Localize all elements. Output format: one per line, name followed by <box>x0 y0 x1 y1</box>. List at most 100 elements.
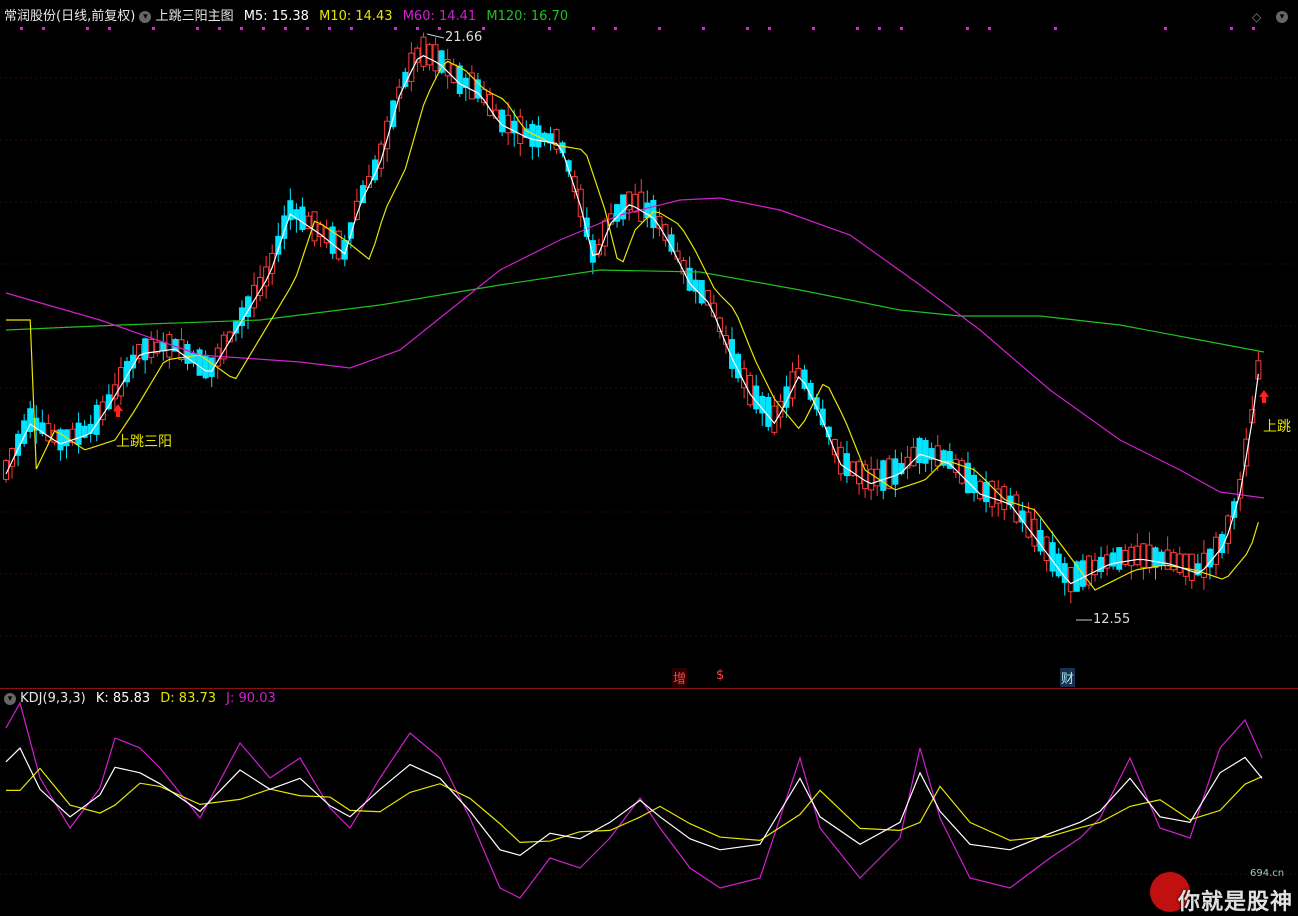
candle <box>1013 494 1020 523</box>
watermark-text: 你就是股神 <box>1178 890 1294 915</box>
signal-dot <box>900 27 903 30</box>
candle <box>529 123 536 147</box>
candle <box>75 422 82 445</box>
candle <box>795 367 802 378</box>
candle <box>856 461 863 485</box>
signal-dot <box>856 27 859 30</box>
signal-dot <box>614 27 617 30</box>
candle <box>1043 536 1050 562</box>
candle <box>166 334 173 358</box>
candle <box>862 464 869 490</box>
signal-dot <box>812 27 815 30</box>
candle <box>456 65 463 95</box>
candle <box>632 193 639 213</box>
signal-dot <box>746 27 749 30</box>
candle <box>977 480 984 500</box>
candle <box>1085 555 1092 586</box>
candle <box>505 114 512 134</box>
candle <box>432 44 439 72</box>
signal-dot <box>482 27 485 30</box>
signal-dot <box>1164 27 1167 30</box>
signal-dot <box>152 27 155 30</box>
candle <box>142 338 149 361</box>
candle <box>698 280 705 304</box>
candle <box>160 341 167 352</box>
signal-label-2: 上跳 <box>1263 419 1291 435</box>
signal-dot <box>438 27 441 30</box>
event-marker-finance[interactable]: 财 <box>1060 668 1076 687</box>
signal-dot <box>86 27 89 30</box>
candle <box>1116 547 1123 570</box>
signal-dot <box>240 27 243 30</box>
signal-dot <box>284 27 287 30</box>
signal-dot <box>988 27 991 30</box>
low-price-label: 12.55 <box>1093 612 1131 627</box>
candle <box>493 109 500 119</box>
candle <box>148 338 155 358</box>
signal-dot <box>262 27 265 30</box>
candle <box>1176 553 1183 573</box>
high-price-label: 21.66 <box>445 30 483 45</box>
event-marker-dividend[interactable]: $ <box>716 668 724 683</box>
candle <box>1055 553 1062 577</box>
candle <box>765 397 772 427</box>
candle <box>1031 518 1038 547</box>
signal-dot <box>218 27 221 30</box>
signal-dot <box>1252 27 1255 30</box>
signal-dot <box>878 27 881 30</box>
signal-dot <box>350 27 353 30</box>
candle <box>892 458 899 485</box>
candlestick-chart[interactable] <box>0 0 1298 688</box>
signal-dot <box>658 27 661 30</box>
signal-dot <box>196 27 199 30</box>
watermark-site: 694.cn <box>1250 868 1285 879</box>
signal-dot <box>394 27 397 30</box>
event-marker-increase[interactable]: 增 <box>672 668 688 687</box>
candle <box>420 36 427 67</box>
ma60-line <box>5 197 1265 499</box>
candle <box>499 109 506 133</box>
signal-dot <box>768 27 771 30</box>
signal-dot <box>328 27 331 30</box>
kdj-chart[interactable] <box>0 688 1298 916</box>
candle <box>1134 545 1141 566</box>
candle <box>886 458 893 489</box>
candle <box>184 343 191 364</box>
candle <box>1025 511 1032 538</box>
candle <box>638 191 645 222</box>
candle <box>880 460 887 491</box>
candle <box>93 404 100 435</box>
candle <box>843 453 850 477</box>
candle <box>1182 553 1189 577</box>
signal-dot <box>42 27 45 30</box>
candle <box>1152 547 1159 568</box>
candle <box>620 194 627 220</box>
candle <box>753 385 760 410</box>
signal-dot <box>548 27 551 30</box>
candle <box>1140 543 1147 568</box>
signal-dot <box>108 27 111 30</box>
ma120-line <box>5 269 1265 353</box>
signal-dot <box>966 27 969 30</box>
signal-dot <box>416 27 419 30</box>
candle <box>958 460 965 484</box>
signal-dot <box>306 27 309 30</box>
candle <box>1213 536 1219 565</box>
signal-dot <box>592 27 595 30</box>
candle <box>1146 544 1153 569</box>
candle <box>1128 546 1135 567</box>
signal-dot <box>1054 27 1057 30</box>
candle <box>916 437 923 464</box>
candle <box>299 206 306 231</box>
kdj-j-line <box>5 701 1263 899</box>
signal-label-1: 上跳三阳 <box>116 434 172 450</box>
candle <box>426 44 433 66</box>
signal-arrow-2 <box>1259 390 1269 403</box>
candle <box>45 423 52 442</box>
signal-dot <box>702 27 705 30</box>
candle <box>1067 567 1074 593</box>
candle <box>934 445 941 467</box>
signal-dot <box>1230 27 1233 30</box>
candle <box>589 240 596 263</box>
candle <box>983 481 990 503</box>
